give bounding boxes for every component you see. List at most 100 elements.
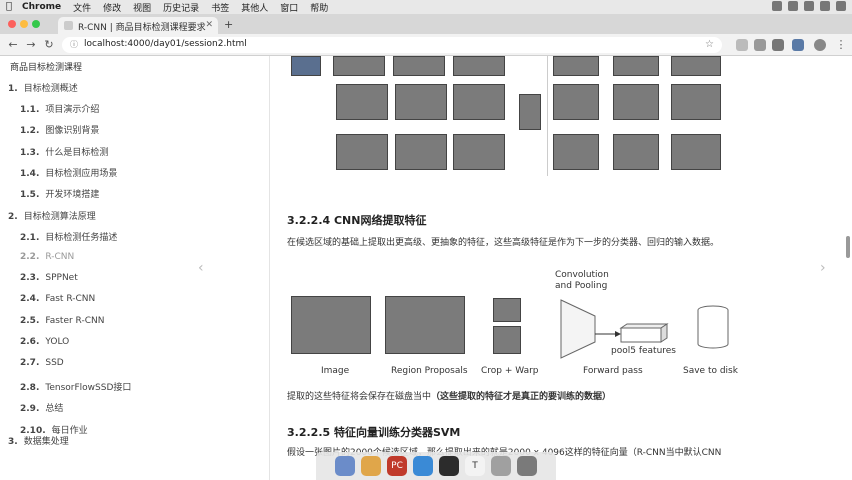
figure-image bbox=[671, 84, 721, 120]
toc-label: 开发环境搭建 bbox=[45, 190, 100, 200]
toc-item[interactable]: 2.4. Fast R-CNN bbox=[20, 294, 95, 304]
menu-window[interactable]: 窗口 bbox=[280, 1, 298, 14]
tray-icon[interactable] bbox=[772, 1, 782, 11]
window-controls bbox=[8, 20, 40, 28]
more-menu-icon[interactable]: ⋮ bbox=[834, 38, 848, 52]
menu-bookmarks[interactable]: 书签 bbox=[211, 1, 229, 14]
browser-toolbar: ← → ↻ ⓘ localhost:4000/day01/session2.ht… bbox=[0, 34, 852, 56]
toc-num: 2. bbox=[8, 212, 18, 222]
rcnn-proposals-figure bbox=[291, 56, 761, 186]
minimize-window-icon[interactable] bbox=[20, 20, 28, 28]
dock-app-icon[interactable] bbox=[361, 456, 381, 476]
menu-view[interactable]: 视图 bbox=[133, 1, 151, 14]
dock-app-icon[interactable] bbox=[413, 456, 433, 476]
toc-num: 1.5. bbox=[20, 190, 40, 200]
feature-save-paragraph: 提取的这些特征将会保存在磁盘当中（这些提取的特征才是真正的要训练的数据） bbox=[287, 390, 757, 405]
favicon-icon bbox=[64, 21, 73, 30]
dock-app-icon[interactable] bbox=[335, 456, 355, 476]
figure-image bbox=[336, 134, 388, 170]
conv-pooling-label: Convolution and Pooling bbox=[555, 270, 609, 291]
toc-label: 目标检测算法原理 bbox=[23, 212, 96, 222]
close-tab-icon[interactable]: ✕ bbox=[205, 20, 213, 30]
figure-image bbox=[453, 84, 505, 120]
menu-help[interactable]: 帮助 bbox=[310, 1, 328, 14]
next-page-icon[interactable]: › bbox=[820, 260, 826, 276]
dock-app-icon[interactable]: PC bbox=[387, 456, 407, 476]
info-icon[interactable]: ⓘ bbox=[70, 40, 79, 49]
toc-item[interactable]: 1.2. 图像识别背景 bbox=[20, 123, 99, 136]
forward-icon[interactable]: → bbox=[24, 38, 38, 52]
dock-app-icon[interactable] bbox=[439, 456, 459, 476]
menu-edit[interactable]: 修改 bbox=[103, 1, 121, 14]
toc-label: 总结 bbox=[45, 404, 64, 414]
wifi-icon[interactable] bbox=[788, 1, 798, 11]
menu-history[interactable]: 历史记录 bbox=[163, 1, 199, 14]
toc-label: 数据集处理 bbox=[23, 437, 69, 447]
book-title[interactable]: 商品目标检测课程 bbox=[10, 60, 82, 73]
figure-image bbox=[613, 134, 659, 170]
search-icon[interactable] bbox=[820, 1, 830, 11]
toc-item[interactable]: 2.6. YOLO bbox=[20, 337, 69, 347]
profile-avatar[interactable] bbox=[814, 39, 826, 51]
toc-num: 3. bbox=[8, 437, 18, 447]
toc-item[interactable]: 1.3. 什么是目标检测 bbox=[20, 145, 108, 158]
menu-list-icon[interactable] bbox=[836, 1, 846, 11]
figure-divider bbox=[547, 56, 548, 176]
section-paragraph: 在候选区域的基础上提取出更高级、更抽象的特征，这些高级特征是作为下一步的分类器、… bbox=[287, 238, 720, 248]
new-tab-icon[interactable]: + bbox=[224, 19, 236, 31]
dock: PC T bbox=[316, 452, 556, 480]
tab-active[interactable]: R-CNN | 商品目标检测课程要求 ✕ bbox=[58, 17, 218, 34]
extension-icon[interactable] bbox=[754, 39, 766, 51]
status-tray bbox=[772, 1, 846, 11]
back-icon[interactable]: ← bbox=[6, 38, 20, 52]
prev-page-icon[interactable]: ‹ bbox=[198, 260, 204, 276]
toc-item-active[interactable]: 2.2. R-CNN bbox=[20, 252, 74, 262]
toc-item[interactable]: 2.7. SSD bbox=[20, 358, 64, 368]
dock-app-icon[interactable] bbox=[491, 456, 511, 476]
bookmark-star-icon[interactable]: ☆ bbox=[705, 39, 714, 50]
dock-app-icon[interactable] bbox=[517, 456, 537, 476]
extension-icon[interactable] bbox=[792, 39, 804, 51]
toc-item[interactable]: 2. 目标检测算法原理 bbox=[8, 209, 96, 222]
reload-icon[interactable]: ↻ bbox=[42, 38, 56, 52]
toc-item[interactable]: 2.9. 总结 bbox=[20, 401, 63, 414]
toc-num: 1. bbox=[8, 84, 18, 94]
battery-icon[interactable] bbox=[804, 1, 814, 11]
toc-item[interactable]: 3. 数据集处理 bbox=[8, 434, 69, 447]
toc-item[interactable]: 1.1. 项目演示介绍 bbox=[20, 102, 99, 115]
toc-label: TensorFlowSSD接口 bbox=[45, 383, 132, 393]
toc-item[interactable]: 2.8. TensorFlowSSD接口 bbox=[20, 380, 131, 393]
scrollbar-thumb[interactable] bbox=[846, 236, 850, 258]
para-text: 提取的这些特征将会保存在磁盘当中 bbox=[287, 392, 432, 402]
extension-icon[interactable] bbox=[772, 39, 784, 51]
toc-item[interactable]: 2.5. Faster R-CNN bbox=[20, 316, 104, 326]
figure-image bbox=[553, 84, 599, 120]
toc-label: Fast R-CNN bbox=[45, 294, 96, 304]
figure-image bbox=[553, 56, 599, 76]
toc-label: 什么是目标检测 bbox=[45, 148, 109, 158]
menu-file[interactable]: 文件 bbox=[73, 1, 91, 14]
menu-people[interactable]: 其他人 bbox=[241, 1, 268, 14]
para-bold-text: （这些提取的特征才是真正的要训练的数据） bbox=[431, 392, 612, 402]
tab-title: R-CNN | 商品目标检测课程要求 bbox=[78, 23, 206, 33]
address-bar[interactable]: ⓘ localhost:4000/day01/session2.html ☆ bbox=[62, 37, 722, 53]
toc-label: 目标检测应用场景 bbox=[45, 169, 118, 179]
toc-label: SPPNet bbox=[45, 273, 78, 283]
toc-item[interactable]: 1.4. 目标检测应用场景 bbox=[20, 166, 117, 179]
caption-crop-warp: Crop + Warp bbox=[481, 366, 539, 376]
dock-app-icon[interactable]: T bbox=[465, 456, 485, 476]
close-window-icon[interactable] bbox=[8, 20, 16, 28]
apple-icon[interactable]:  bbox=[6, 2, 16, 12]
toc-item[interactable]: 2.1. 目标检测任务描述 bbox=[20, 230, 117, 243]
section-heading: 3.2.2.5 特征向量训练分类器SVM bbox=[287, 426, 461, 439]
menu-app-name[interactable]: Chrome bbox=[22, 2, 61, 12]
section-heading: 3.2.2.4 CNN网络提取特征 bbox=[287, 214, 427, 227]
maximize-window-icon[interactable] bbox=[32, 20, 40, 28]
pool5-label: pool5 features bbox=[611, 346, 676, 356]
toc-item[interactable]: 2.3. SPPNet bbox=[20, 273, 78, 283]
toc-item[interactable]: 1. 目标检测概述 bbox=[8, 81, 78, 94]
toc-item[interactable]: 1.5. 开发环境搭建 bbox=[20, 187, 99, 200]
toc-num: 2.7. bbox=[20, 358, 40, 368]
figure-image bbox=[671, 56, 721, 76]
extension-icon[interactable] bbox=[736, 39, 748, 51]
